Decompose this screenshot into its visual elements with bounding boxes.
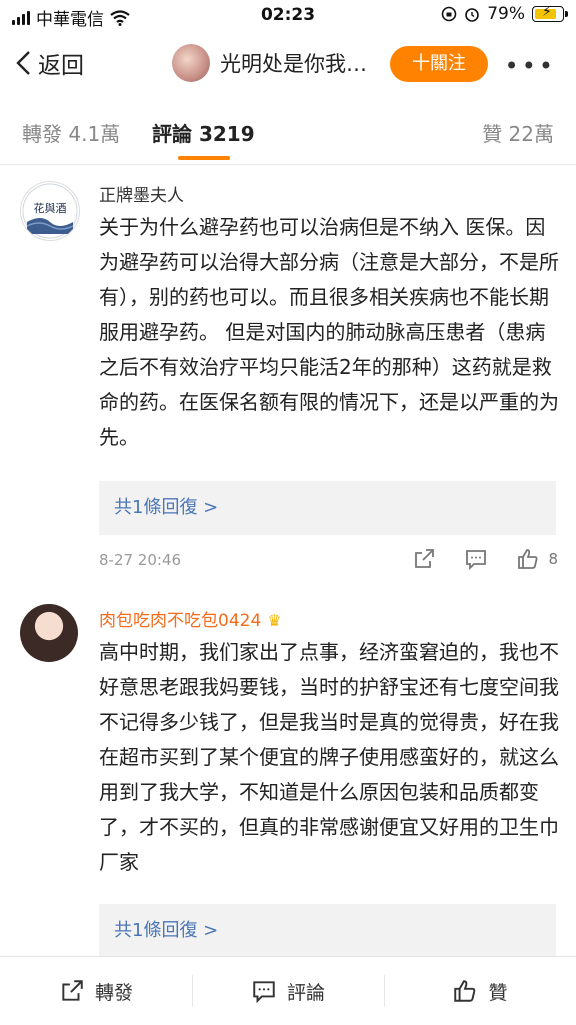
view-replies-link[interactable]: 共1條回復 > <box>99 904 556 958</box>
like-label: 贊 <box>488 981 508 1004</box>
battery-icon: ⚡ <box>532 4 568 22</box>
like-button[interactable]: 贊 <box>384 957 576 1025</box>
avatar[interactable]: 花與酒 <box>20 181 80 241</box>
reply-icon[interactable] <box>464 547 488 571</box>
avatar <box>172 44 210 82</box>
post-author[interactable]: 光明处是你我… <box>172 44 367 82</box>
back-button[interactable]: 返回 <box>14 46 84 80</box>
comment-actions: 8 <box>412 547 558 571</box>
like-count: 8 <box>548 550 558 568</box>
comment-button[interactable]: 評論 <box>192 957 384 1025</box>
follow-button[interactable]: 十關注 <box>390 46 488 82</box>
status-right: 79% ⚡ <box>441 4 568 24</box>
comment-text: 关于为什么避孕药也可以治病但是不纳入 医保。因为避孕药可以治得大部分病（注意是大… <box>99 215 559 449</box>
avatar-image: 花與酒 <box>22 183 78 239</box>
avatar-logo-text: 花與酒 <box>34 201 67 215</box>
chevron-left-icon <box>16 51 30 75</box>
comment-author-name: 肉包吃肉不吃包0424 <box>99 611 262 631</box>
charging-icon: ⚡ <box>542 4 552 20</box>
active-tab-indicator <box>178 156 230 160</box>
status-bar: 中華電信 02:23 79% ⚡ <box>0 0 576 32</box>
back-label: 返回 <box>38 53 84 79</box>
comment-icon <box>253 981 275 1004</box>
tab-repost[interactable]: 轉發 4.1萬 <box>22 118 120 147</box>
view-replies-link[interactable]: 共1條回復 > <box>99 481 556 535</box>
like-button[interactable]: 8 <box>516 547 558 571</box>
comment-text: 高中时期，我们家出了点事，经济蛮窘迫的，我也不好意思老跟我妈要钱，当时的护舒宝还… <box>99 640 559 874</box>
vip-crown-icon: ♛ <box>267 611 282 630</box>
more-options-icon[interactable]: ••• <box>505 52 556 80</box>
repost-label: 轉發 <box>94 981 133 1004</box>
nav-bar: 返回 光明处是你我… 十關注 ••• <box>0 32 576 98</box>
tab-comments[interactable]: 評論 3219 <box>152 118 255 147</box>
tab-bar: 轉發 4.1萬 評論 3219 贊 22萬 <box>0 98 576 165</box>
share-icon[interactable] <box>412 547 436 571</box>
battery-percent: 79% <box>487 4 525 24</box>
bottom-action-bar: 轉發 評論 贊 <box>0 956 576 1025</box>
page-title: 光明处是你我… <box>220 52 367 76</box>
comment-author[interactable]: 正牌墨夫人 <box>99 181 184 206</box>
thumbs-up-icon <box>518 549 538 569</box>
comment-author[interactable]: 肉包吃肉不吃包0424 ♛ <box>99 606 282 631</box>
share-icon <box>62 980 83 1001</box>
thumbs-up-icon <box>454 980 476 1002</box>
avatar[interactable] <box>20 604 78 662</box>
alarm-icon <box>465 8 480 22</box>
tab-likes[interactable]: 贊 22萬 <box>482 118 554 147</box>
comment-label: 評論 <box>286 981 325 1004</box>
comment-time: 8-27 20:46 <box>99 551 182 569</box>
orientation-lock-icon <box>441 6 457 22</box>
comment-item: 肉包吃肉不吃包0424 ♛ 高中时期，我们家出了点事，经济蛮窘迫的，我也不好意思老… <box>0 590 576 958</box>
repost-button[interactable]: 轉發 <box>0 957 192 1025</box>
comment-item: 花與酒 正牌墨夫人 关于为什么避孕药也可以治病但是不纳入 医保。因为避孕药可以治… <box>0 165 576 585</box>
